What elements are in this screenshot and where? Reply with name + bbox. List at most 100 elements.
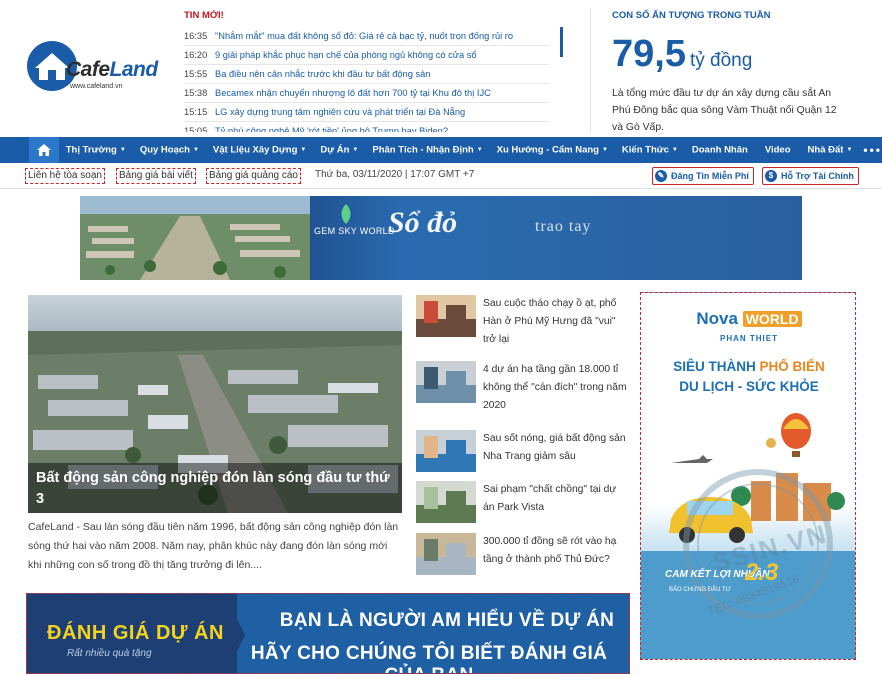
lead-story-summary: CafeLand - Sau làn sóng đầu tiên năm 199… bbox=[28, 521, 399, 571]
side-news-item[interactable]: Sai phạm "chất chồng" tại dự án Park Vis… bbox=[416, 481, 628, 541]
news-time: 15:05 bbox=[184, 126, 208, 132]
side-news-item[interactable]: Sau cuộc tháo chạy ồ ạt, phố Hàn ở Phú M… bbox=[416, 295, 628, 355]
news-item[interactable]: 15:05 Tỷ phú công nghệ Mỹ 'rót tiền' ủng … bbox=[184, 122, 549, 132]
side-news-title[interactable]: Sau sốt nóng, giá bất động sản Nha Trang… bbox=[483, 430, 629, 466]
nav-item-label: Nhà Đất bbox=[807, 144, 844, 156]
gem-sky-leaf-icon bbox=[341, 204, 351, 224]
nav-item[interactable]: Quy Hoạch ▼ bbox=[133, 137, 206, 164]
nav-item[interactable]: Video bbox=[758, 137, 801, 164]
nav-item[interactable]: Thị Trường ▼ bbox=[59, 137, 133, 164]
news-headline[interactable]: Becamex nhận chuyển nhượng lô đất hơn 70… bbox=[215, 84, 491, 102]
news-time: 15:38 bbox=[184, 88, 208, 98]
side-news-thumbnail[interactable] bbox=[416, 481, 476, 523]
banner-tagline: trao tay bbox=[535, 218, 592, 235]
novaworld-place: PHAN THIET bbox=[720, 334, 778, 343]
side-news-photo bbox=[416, 430, 476, 472]
side-news-item[interactable]: 300.000 tỉ đồng sẽ rót vào hạ tầng ở thà… bbox=[416, 533, 628, 593]
finance-support-label: Hỗ Trợ Tài Chính bbox=[781, 171, 854, 181]
review-ad-subtitle: Rất nhiều quà tặng bbox=[67, 648, 152, 659]
chevron-down-icon: ▼ bbox=[476, 146, 483, 153]
banner-brand: GEM SKY WORLD bbox=[314, 226, 395, 236]
logo-url: www.cafeland.vn bbox=[70, 83, 123, 90]
news-headline[interactable]: LG xây dựng trung tâm nghiên cứu và phát… bbox=[215, 103, 465, 121]
nav-item[interactable]: Dự Án ▼ bbox=[313, 137, 365, 164]
nav-item-label: Thị Trường bbox=[65, 144, 117, 156]
news-item[interactable]: 15:55 Ba điều nên cân nhắc trước khi đầu … bbox=[184, 65, 549, 84]
news-headline[interactable]: Ba điều nên cân nhắc trước khi đầu tư bấ… bbox=[215, 65, 430, 83]
post-free-button[interactable]: ✎ Đăng Tin Miễn Phí bbox=[652, 167, 754, 185]
side-news-title[interactable]: Sai phạm "chất chồng" tại dự án Park Vis… bbox=[483, 481, 629, 517]
cafeland-logo[interactable]: CafeLand www.cafeland.vn bbox=[26, 38, 158, 94]
side-news-photo bbox=[416, 361, 476, 403]
nav-more-button[interactable]: ••• bbox=[859, 143, 882, 157]
nav-item[interactable]: Phân Tích - Nhận Định ▼ bbox=[365, 137, 489, 164]
news-item[interactable]: 16:20 9 giải pháp khắc phục hạn chế của p… bbox=[184, 46, 549, 65]
impressive-number-panel: CON SỐ ẤN TƯỢNG TRONG TUẦN 79,5 tỷ đồng L… bbox=[612, 10, 862, 136]
lead-story-title[interactable]: Bất động sản công nghiệp đón làn sóng đầ… bbox=[28, 463, 402, 513]
nav-item-label: Video bbox=[764, 144, 791, 156]
nav-item[interactable]: Doanh Nhân bbox=[685, 137, 758, 164]
chevron-down-icon: ▼ bbox=[192, 146, 199, 153]
nav-item[interactable]: Xu Hướng - Cẩm Nang ▼ bbox=[490, 137, 615, 164]
nav-item[interactable]: Kiến Thức ▼ bbox=[615, 137, 685, 164]
news-time: 16:35 bbox=[184, 31, 208, 41]
nav-item[interactable]: Vật Liệu Xây Dựng ▼ bbox=[206, 137, 313, 164]
side-news-thumbnail[interactable] bbox=[416, 430, 476, 472]
side-news-thumbnail[interactable] bbox=[416, 295, 476, 337]
nav-item-label: Doanh Nhân bbox=[691, 144, 748, 156]
news-time: 15:55 bbox=[184, 69, 208, 79]
news-headline[interactable]: 9 giải pháp khắc phục hạn chế của phòng … bbox=[215, 46, 477, 64]
price-ads-link[interactable]: Bảng giá quảng cáo bbox=[206, 168, 301, 184]
edit-icon: ✎ bbox=[655, 170, 667, 182]
news-time: 15:15 bbox=[184, 107, 208, 117]
header-divider bbox=[590, 8, 591, 132]
nav-item-label: Dự Án bbox=[320, 144, 350, 156]
latest-news-title: TIN MỚI! bbox=[184, 10, 224, 21]
side-news-title[interactable]: 300.000 tỉ đồng sẽ rót vào hạ tầng ở thà… bbox=[483, 533, 629, 569]
review-project-ad[interactable]: ĐÁNH GIÁ DỰ ÁN Rất nhiều quà tặng BẠN LÀ… bbox=[26, 593, 630, 674]
nav-item-label: Xu Hướng - Cẩm Nang bbox=[496, 144, 599, 156]
top-banner-ad[interactable]: GEM SKY WORLD Sổ đỏ trao tay bbox=[80, 196, 802, 280]
side-news-thumbnail[interactable] bbox=[416, 533, 476, 575]
impressive-number-value: 79,5 tỷ đồng bbox=[612, 33, 753, 75]
nav-home-button[interactable] bbox=[29, 137, 59, 163]
news-scrollbar[interactable] bbox=[560, 27, 563, 57]
chevron-down-icon: ▼ bbox=[352, 146, 359, 153]
dollar-icon: $ bbox=[765, 170, 777, 182]
side-news-photo bbox=[416, 481, 476, 523]
finance-support-button[interactable]: $ Hỗ Trợ Tài Chính bbox=[762, 167, 859, 185]
home-icon bbox=[36, 144, 51, 156]
banner-headline: Sổ đỏ bbox=[388, 206, 458, 239]
novaworld-ad[interactable]: Nova WORLD PHAN THIET SIÊU THÀNH PHỐ BIỂ… bbox=[640, 292, 856, 660]
contact-link[interactable]: Liên hệ tòa soạn bbox=[25, 168, 105, 184]
banner-aerial-image bbox=[80, 196, 310, 280]
chevron-down-icon: ▼ bbox=[300, 146, 307, 153]
nav-item-label: Kiến Thức bbox=[621, 144, 669, 156]
side-news-photo bbox=[416, 295, 476, 337]
review-ad-line-2: HÃY CHO CHÚNG TÔI BIẾT ĐÁNH GIÁ CỦA BẠN bbox=[250, 643, 608, 673]
nav-item[interactable]: Nhà Đất ▼ bbox=[801, 137, 860, 164]
post-free-label: Đăng Tin Miễn Phí bbox=[671, 171, 749, 181]
side-news-title[interactable]: Sau cuộc tháo chạy ồ ạt, phố Hàn ở Phú M… bbox=[483, 295, 629, 349]
news-headline[interactable]: Tỷ phú công nghệ Mỹ 'rót tiền' ủng hộ Tr… bbox=[215, 122, 448, 132]
side-news-thumbnail[interactable] bbox=[416, 361, 476, 403]
side-news-title[interactable]: 4 dự án hạ tầng gần 18.000 tỉ không thể … bbox=[483, 361, 629, 415]
nav-item-label: Quy Hoạch bbox=[139, 144, 190, 156]
news-headline[interactable]: "Nhắm mắt" mua đất không sổ đỏ: Giá rẻ c… bbox=[215, 27, 513, 45]
news-item[interactable]: 15:38 Becamex nhận chuyển nhượng lô đất h… bbox=[184, 84, 549, 103]
latest-news-panel: TIN MỚI! 16:35 "Nhắm mắt" mua đất không s… bbox=[184, 10, 549, 132]
impressive-number-title: CON SỐ ẤN TƯỢNG TRONG TUẦN bbox=[612, 10, 771, 21]
nav-item-label: Vật Liệu Xây Dựng bbox=[212, 144, 298, 156]
side-news-item[interactable]: 4 dự án hạ tầng gần 18.000 tỉ không thể … bbox=[416, 361, 628, 421]
novaworld-headline-1: SIÊU THÀNH PHỐ BIỂN bbox=[673, 359, 825, 374]
news-item[interactable]: 15:15 LG xây dựng trung tâm nghiên cứu và… bbox=[184, 103, 549, 122]
hot-air-balloon-icon bbox=[766, 413, 811, 457]
news-item[interactable]: 16:35 "Nhắm mắt" mua đất không sổ đỏ: Giá… bbox=[184, 27, 549, 46]
chevron-down-icon: ▼ bbox=[601, 146, 608, 153]
review-ad-title: ĐÁNH GIÁ DỰ ÁN bbox=[47, 622, 224, 644]
nav-items: Thị Trường ▼ Quy Hoạch ▼ Vật Liệu Xây Dựng ▼ D… bbox=[59, 137, 860, 164]
novaworld-brand: Nova WORLD bbox=[641, 309, 855, 329]
price-article-link[interactable]: Bảng giá bài viết bbox=[116, 168, 196, 184]
chevron-down-icon: ▼ bbox=[119, 146, 126, 153]
novaworld-percent: 2.3 bbox=[745, 559, 779, 586]
